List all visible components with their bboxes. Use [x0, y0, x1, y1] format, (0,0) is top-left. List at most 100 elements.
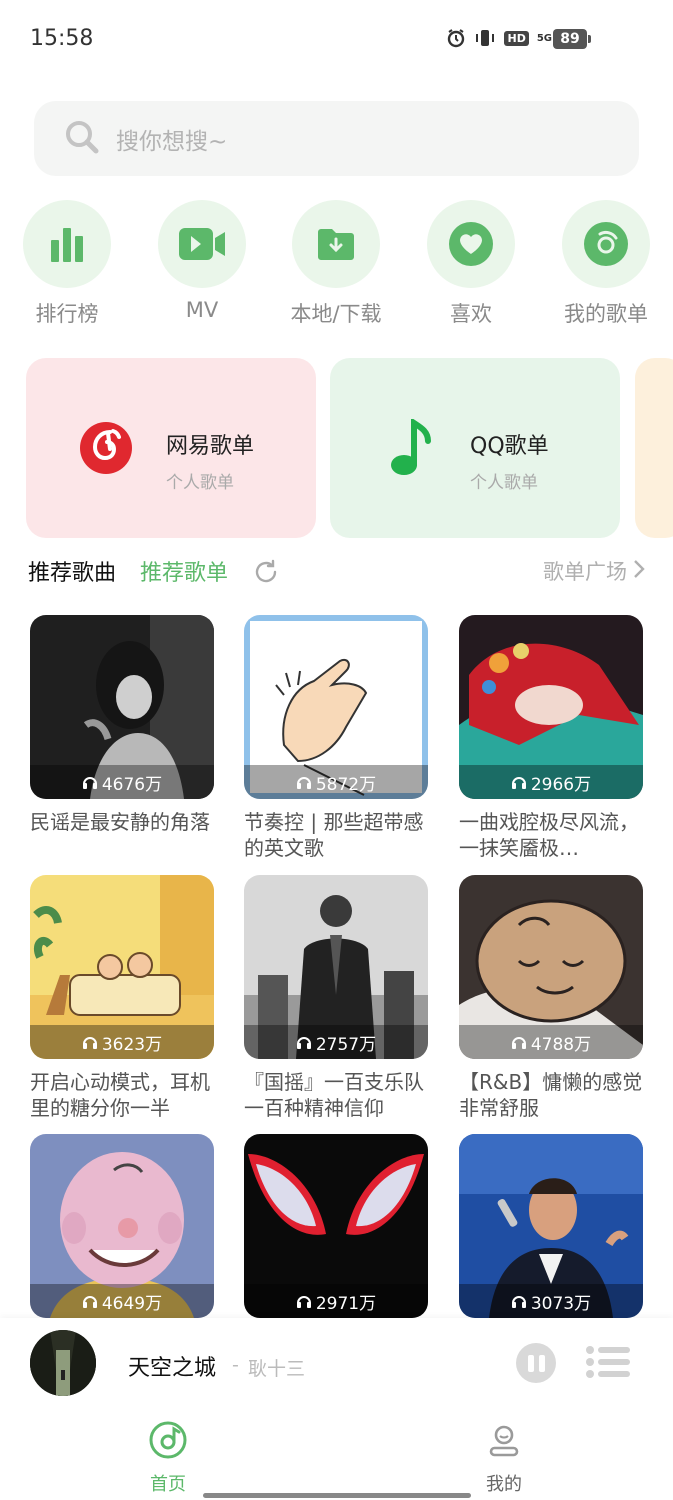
nav-mine[interactable]: 我的: [444, 1420, 564, 1496]
now-playing-separator: -: [232, 1354, 239, 1376]
netease-playlist-card[interactable]: 网易歌单 个人歌单: [26, 358, 316, 538]
headphones-icon: [511, 1293, 527, 1309]
headphones-icon: [82, 1293, 98, 1309]
search-input[interactable]: 搜你想搜~: [116, 122, 227, 156]
qq-music-logo-icon: [382, 419, 438, 476]
play-count: 2757万: [244, 1025, 428, 1059]
playlist-cover: 3073万: [459, 1134, 643, 1318]
headphones-icon: [82, 774, 98, 790]
playlist-plaza-label: 歌单广场: [543, 560, 627, 584]
play-count-value: 4788万: [530, 1034, 592, 1055]
netease-logo-icon: [78, 420, 134, 476]
entry-favorites[interactable]: 喜欢: [416, 200, 526, 330]
playlist-title: 『国摇』一百支乐队一百种精神信仰: [244, 1070, 424, 1120]
play-count-value: 2971万: [315, 1293, 377, 1314]
playlist-cover: 5872万: [244, 615, 428, 799]
playlist-queue-icon[interactable]: [586, 1344, 630, 1384]
play-count: 4788万: [459, 1025, 643, 1059]
search-icon: [64, 119, 100, 159]
now-playing-title: 天空之城: [128, 1356, 217, 1381]
nav-home[interactable]: 首页: [108, 1420, 228, 1496]
netease-card-title: 网易歌单: [166, 434, 255, 459]
headphones-icon: [296, 774, 312, 790]
playlist-card[interactable]: 2971万: [244, 1134, 428, 1318]
entry-label: 我的歌单: [564, 302, 648, 326]
tab-recommended-playlists[interactable]: 推荐歌单: [140, 555, 228, 587]
entry-local-download[interactable]: 本地/下载: [281, 200, 391, 330]
headphones-icon: [511, 1034, 527, 1050]
playlist-cover: 2971万: [244, 1134, 428, 1318]
play-count-value: 4649万: [101, 1293, 163, 1314]
playlist-cover: 2757万: [244, 875, 428, 1059]
nav-home-label: 首页: [150, 1474, 186, 1495]
play-count: 3073万: [459, 1284, 643, 1318]
play-count: 2971万: [244, 1284, 428, 1318]
playlist-card[interactable]: 3623万 开启心动模式，耳机里的糖分你一半: [30, 875, 214, 1121]
next-source-card[interactable]: [635, 358, 673, 538]
user-profile-icon: [484, 1420, 524, 1464]
alarm-icon: [446, 28, 466, 48]
vibrate-icon: [474, 28, 496, 48]
play-count-value: 4676万: [101, 774, 163, 795]
play-count: 4649万: [30, 1284, 214, 1318]
hd-icon: HD: [504, 30, 529, 46]
qq-playlist-card[interactable]: QQ歌单 个人歌单: [330, 358, 620, 538]
playlist-cover: 4676万: [30, 615, 214, 799]
playlist-card[interactable]: 4649万: [30, 1134, 214, 1318]
download-folder-icon: [292, 200, 380, 288]
entry-ranking[interactable]: 排行榜: [12, 200, 122, 330]
pause-icon-bar: [527, 1354, 534, 1372]
entry-label: 排行榜: [35, 302, 99, 326]
play-count-value: 2966万: [530, 774, 592, 795]
entry-mv[interactable]: MV: [147, 200, 257, 330]
entry-label: MV: [185, 298, 219, 322]
entry-my-playlists[interactable]: 我的歌单: [551, 200, 661, 330]
playlist-cover: 4788万: [459, 875, 643, 1059]
playlist-cover: 4649万: [30, 1134, 214, 1318]
playlist-card[interactable]: 4788万 【R&B】慵懒的感觉非常舒服: [459, 875, 643, 1121]
playlist-cover: 3623万: [30, 875, 214, 1059]
play-count-value: 3073万: [530, 1293, 592, 1314]
bar-chart-icon: [23, 200, 111, 288]
playlist-card[interactable]: 5872万 节奏控 | 那些超带感的英文歌: [244, 615, 428, 861]
headphones-icon: [296, 1034, 312, 1050]
playlist-title: 民谣是最安静的角落: [30, 810, 210, 834]
play-count: 2966万: [459, 765, 643, 799]
now-playing-artist: 耿十三: [248, 1358, 306, 1380]
refresh-icon[interactable]: [252, 558, 280, 590]
qq-card-subtitle: 个人歌单: [470, 473, 538, 493]
music-disc-icon: [148, 1420, 188, 1464]
entry-label: 本地/下载: [290, 302, 382, 326]
bottom-nav: 首页 我的: [0, 1406, 673, 1500]
home-indicator: [203, 1493, 471, 1498]
playlist-cover: 2966万: [459, 615, 643, 799]
qq-card-title: QQ歌单: [470, 434, 549, 459]
play-count-value: 3623万: [101, 1034, 163, 1055]
status-bar: 15:58 HD 5G 89: [0, 0, 673, 80]
heart-icon: [427, 200, 515, 288]
quick-entries: 排行榜 MV 本地/下载 喜欢 我的歌单: [0, 200, 673, 330]
netease-card-subtitle: 个人歌单: [166, 473, 234, 493]
play-count-value: 2757万: [315, 1034, 377, 1055]
status-time: 15:58: [30, 26, 94, 51]
play-count: 5872万: [244, 765, 428, 799]
chevron-right-icon: [633, 559, 645, 584]
mini-player[interactable]: 天空之城 - 耿十三: [0, 1318, 673, 1406]
playlist-plaza-link[interactable]: 歌单广场: [543, 556, 645, 586]
headphones-icon: [296, 1293, 312, 1309]
playlist-card[interactable]: 4676万 民谣是最安静的角落: [30, 615, 214, 861]
now-playing-cover[interactable]: [30, 1330, 96, 1396]
my-playlist-icon: [562, 200, 650, 288]
playlist-card[interactable]: 2757万 『国摇』一百支乐队一百种精神信仰: [244, 875, 428, 1121]
playlist-title: 一曲戏腔极尽风流，一抹笑靥极…: [459, 810, 639, 860]
headphones-icon: [511, 774, 527, 790]
search-bar[interactable]: 搜你想搜~: [34, 101, 639, 176]
play-count: 3623万: [30, 1025, 214, 1059]
playlist-card[interactable]: 2966万 一曲戏腔极尽风流，一抹笑靥极…: [459, 615, 643, 861]
pause-button[interactable]: [516, 1343, 556, 1383]
playlist-card[interactable]: 3073万: [459, 1134, 643, 1318]
play-count: 4676万: [30, 765, 214, 799]
battery-indicator: 89: [553, 29, 591, 49]
tab-recommended-songs[interactable]: 推荐歌曲: [28, 555, 116, 587]
entry-label: 喜欢: [450, 302, 492, 326]
